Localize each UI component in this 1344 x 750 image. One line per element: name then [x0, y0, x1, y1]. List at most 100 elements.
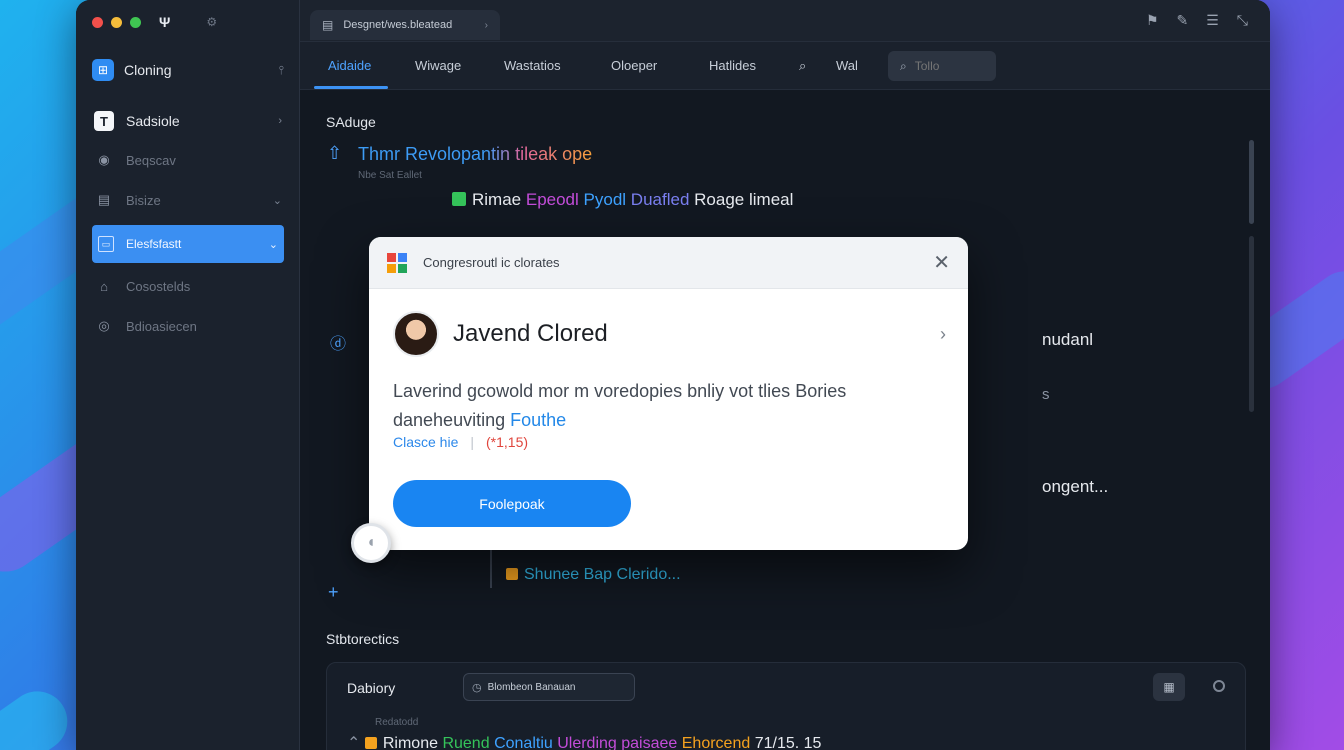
scrollbar-track[interactable]	[1249, 236, 1254, 412]
document-icon: ▤	[322, 18, 334, 32]
sidebar-header[interactable]: ⊞ Cloning ⫯	[92, 58, 284, 82]
body-link[interactable]: Fouthe	[510, 410, 566, 430]
sidebar-item-label: Bisize	[126, 192, 161, 208]
grid-icon: ▦	[1163, 680, 1175, 694]
dialog-meta: Clasce hie | (*1,15)	[393, 434, 528, 450]
sidebar-item-label: Elesfsfastt	[126, 237, 182, 251]
tree-node-title[interactable]: Thmr Revolopantin tileak ope	[358, 144, 592, 165]
back-icon: ◖	[366, 534, 376, 551]
folder-icon: ▭	[98, 236, 114, 252]
add-icon[interactable]: +	[328, 582, 339, 603]
search-icon: ⌕	[900, 58, 907, 73]
maximize-window-button[interactable]	[130, 16, 141, 28]
sidebar-item-bdioasiecen[interactable]: ◎ Bdioasiecen	[92, 307, 284, 345]
clock-icon: ◷	[472, 681, 482, 694]
sidebar-item-beqscav[interactable]: ◉ Beqscav	[92, 141, 284, 179]
row-value: 71/15. 15	[754, 735, 822, 750]
row-text: Ehorcend	[681, 735, 751, 750]
dialog-body-text-2: daneheuviting	[393, 410, 506, 430]
settings-icon[interactable]: ⚙	[206, 15, 217, 29]
tree-child-row[interactable]: Shunee Bap Clerido...	[506, 566, 681, 584]
profile-name: Javend Clored	[453, 320, 608, 347]
meta-separator: |	[470, 434, 475, 450]
close-icon[interactable]: ✕	[933, 250, 950, 275]
bottom-panel: Dabiory ◷ Blombeon Banauan ▦ Redatodd ⌃ …	[326, 662, 1246, 750]
circle-icon[interactable]	[1213, 680, 1225, 692]
document-tab[interactable]: ▤ Desgnet/wes.bleatead ›	[310, 10, 500, 40]
tab-oloeper[interactable]: Oloeper	[611, 58, 657, 73]
row-text: Conaltiu	[494, 735, 553, 750]
close-tab-icon[interactable]: ›	[485, 20, 488, 31]
filter-chip[interactable]: ◷ Blombeon Banauan	[463, 673, 635, 701]
row-text: limeal	[748, 190, 794, 209]
meta-link[interactable]: Clasce hie	[393, 434, 458, 450]
section-title: SAduge	[326, 114, 376, 130]
search-box[interactable]: ⌕	[888, 51, 996, 81]
menu-icon[interactable]: ☰	[1206, 12, 1219, 29]
info-icon[interactable]: ⓓ	[330, 330, 346, 354]
pin-icon[interactable]: ⫯	[279, 63, 284, 78]
sidebar: Ψ ⚙ ⊞ Cloning ⫯ T Sadsiole › ◉ Beqscav ▤…	[76, 0, 300, 750]
orange-status-icon	[364, 737, 377, 749]
app-logo: Ψ	[159, 14, 171, 30]
dialog-body: Laverind gcowold mor m voredopies bnliy …	[393, 377, 933, 435]
sidebar-item-sadsiole[interactable]: T Sadsiole ›	[92, 102, 284, 140]
menu-bar: Aidaide Wiwage Wastatios Oloeper Hatlide…	[300, 42, 1270, 90]
title-bar: ▤ Desgnet/wes.bleatead › ⚑ ✎ ☰ ⤡	[300, 0, 1270, 42]
right-text-2: s	[1042, 386, 1050, 403]
home-icon: ⌂	[100, 278, 108, 294]
sidebar-item-cosostelds[interactable]: ⌂ Cosostelds	[92, 267, 284, 305]
sidebar-item-bisize[interactable]: ▤ Bisize ⌄	[92, 181, 284, 219]
collapse-icon[interactable]: ⤡	[1237, 12, 1248, 29]
tab-wastatios[interactable]: Wastatios	[504, 58, 561, 73]
section-title-2: Stbtorectics	[326, 631, 400, 647]
sidebar-item-label: Bdioasiecen	[126, 318, 197, 334]
row-text: Pyodl	[583, 190, 627, 209]
search-input[interactable]	[914, 59, 975, 73]
tab-wiwage[interactable]: Wiwage	[415, 58, 461, 73]
scrollbar-thumb[interactable]	[1249, 140, 1254, 224]
row-text: Rimone	[382, 735, 438, 750]
floating-action-button[interactable]: ◖	[351, 523, 391, 563]
row-text: Roage	[694, 190, 745, 209]
search-icon[interactable]: ⌕	[799, 58, 806, 74]
arrow-up-icon[interactable]: ⇧	[327, 143, 342, 164]
tree-node-label: Thmr Revolopantin tileak ope	[358, 144, 593, 164]
tab-hatlides[interactable]: Hatlides	[709, 58, 756, 73]
row-text: Epeodl	[525, 190, 579, 209]
chevron-down-icon: ⌄	[272, 194, 282, 207]
green-status-icon	[452, 192, 466, 206]
row-text: Shunee Bap Clerido...	[524, 566, 681, 583]
row-text: Rimae	[472, 190, 522, 209]
document-tab-label: Desgnet/wes.bleatead	[343, 19, 453, 31]
tree-child-row[interactable]: Rimae Epeodl Pyodl Duafled Roage limeal	[452, 190, 793, 210]
chevron-right-icon[interactable]: ›	[940, 324, 946, 345]
dialog-title: Congresroutl ic clorates	[423, 255, 560, 270]
sidebar-item-label: Beqscav	[126, 152, 176, 168]
tree-node-subtitle: Nbe Sat Eallet	[358, 170, 422, 181]
user-icon: ◉	[98, 152, 110, 167]
profile-dialog: Congresroutl ic clorates ✕ Javend Clored…	[369, 237, 968, 550]
sidebar-item-label: Cosostelds	[126, 278, 191, 294]
tab-aidaide[interactable]: Aidaide	[328, 58, 371, 73]
avatar	[393, 311, 439, 357]
edit-icon[interactable]: ✎	[1177, 12, 1189, 29]
titlebar-actions: ⚑ ✎ ☰ ⤡	[1146, 12, 1248, 29]
app-icon: ⊞	[92, 59, 114, 81]
sidebar-item-elesfsfastt[interactable]: ▭ Elesfsfastt ⌄	[92, 225, 284, 263]
profile-row[interactable]: Javend Clored ›	[393, 311, 946, 357]
apps-icon	[387, 252, 407, 273]
table-row[interactable]: ⌃ Rimone Ruend Conaltiu Ulerding paisaee…	[347, 733, 821, 750]
tab-wal[interactable]: Wal	[836, 58, 858, 73]
row-text: Ruend	[442, 735, 490, 750]
meta-code: (*1,15)	[486, 434, 529, 450]
sidebar-item-label: Sadsiole	[126, 113, 180, 129]
bell-icon[interactable]: ⚑	[1146, 12, 1159, 29]
right-text-3: ongent...	[1042, 477, 1109, 496]
grid-view-button[interactable]: ▦	[1153, 673, 1185, 701]
sidebar-app-name: Cloning	[124, 62, 172, 78]
primary-action-button[interactable]: Foolepoak	[393, 480, 631, 527]
close-window-button[interactable]	[92, 16, 103, 28]
panel-title[interactable]: Dabiory	[347, 680, 395, 696]
minimize-window-button[interactable]	[111, 16, 122, 28]
